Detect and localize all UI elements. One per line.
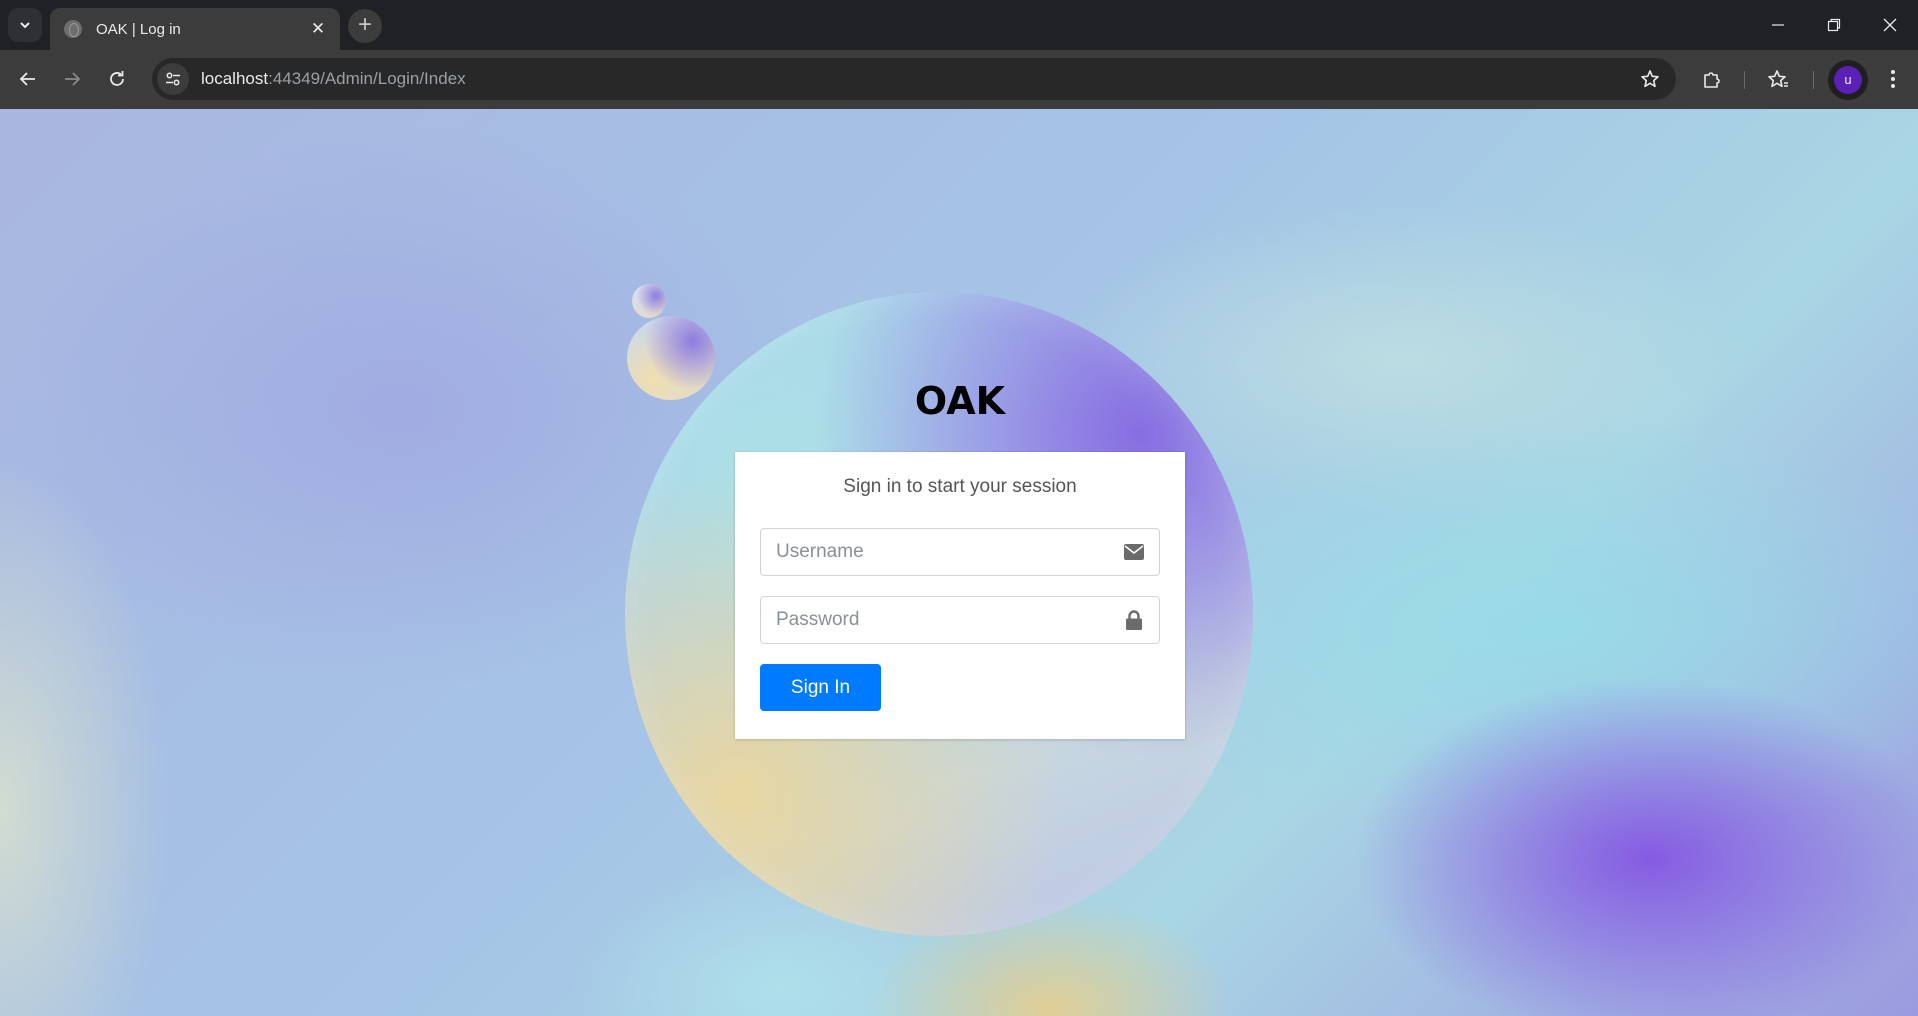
browser-toolbar: localhost:44349/Admin/Login/Index u [0,50,1918,109]
password-input[interactable] [761,598,1101,642]
extensions-button[interactable] [1695,62,1729,96]
password-group [760,596,1160,644]
close-icon [1883,18,1897,32]
tab-strip: OAK | Log in ✕ + [0,0,1918,50]
browser-menu-button[interactable] [1876,62,1910,96]
active-tab[interactable]: OAK | Log in ✕ [50,8,340,50]
bookmark-star-button[interactable] [1638,67,1662,91]
favorites-button[interactable] [1761,62,1795,96]
close-tab-icon[interactable]: ✕ [308,19,328,39]
more-vertical-icon [1891,70,1895,88]
forward-button[interactable] [55,62,89,96]
url-path: :44349/Admin/Login/Index [268,69,466,88]
back-button[interactable] [11,62,45,96]
arrow-right-icon [65,72,81,86]
url-text[interactable]: localhost:44349/Admin/Login/Index [201,69,466,89]
username-group [760,528,1160,576]
reload-icon [110,71,124,86]
lock-icon [1123,610,1145,630]
minimize-icon [1772,24,1784,26]
chevron-down-icon [20,22,30,29]
restore-icon [1827,18,1841,32]
login-logo: OAK [914,379,1006,423]
new-tab-button[interactable]: + [348,9,382,43]
login-box-message: Sign in to start your session [843,476,1077,497]
restore-button[interactable] [1806,0,1862,50]
username-input[interactable] [761,530,1101,574]
site-info-button[interactable] [157,63,189,95]
toolbar-divider [1813,71,1814,89]
arrow-left-icon [19,72,35,86]
envelope-icon [1123,542,1145,562]
profile-avatar-button[interactable]: u [1828,60,1868,100]
close-window-button[interactable] [1862,0,1918,50]
tab-title: OAK | Log in [96,20,181,38]
globe-icon [64,20,82,38]
address-bar[interactable]: localhost:44349/Admin/Login/Index [152,58,1676,100]
puzzle-icon [1704,72,1720,88]
url-host: localhost [201,69,269,88]
login-card: Sign in to start your session Sign In [735,452,1185,739]
tab-search-button[interactable] [8,8,42,42]
background-bubble-small [632,284,666,318]
tune-icon [166,72,180,86]
star-list-icon [1768,70,1788,88]
reload-button[interactable] [100,62,134,96]
minimize-button[interactable] [1750,0,1806,50]
toolbar-divider [1744,71,1745,89]
star-outline-icon [1641,70,1659,88]
avatar: u [1834,66,1862,94]
sign-in-button[interactable]: Sign In [760,664,881,711]
page-viewport: OAK Sign in to start your session Sign I… [0,109,1918,1016]
